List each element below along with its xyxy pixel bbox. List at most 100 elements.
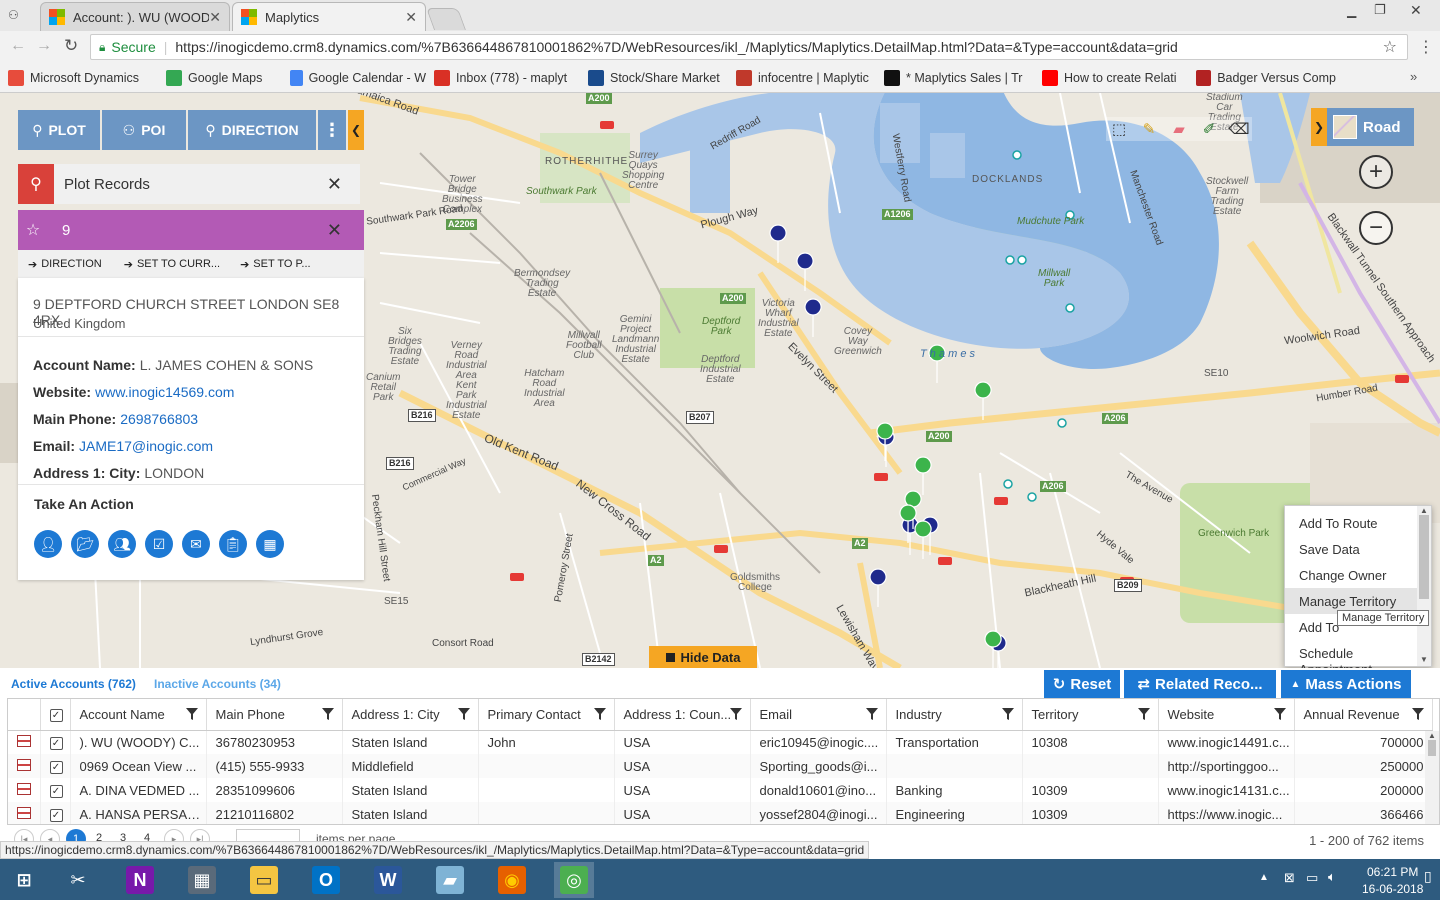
pencil-icon[interactable]: ✎	[1136, 117, 1162, 141]
bookmark-star-icon[interactable]: ☆	[1383, 37, 1397, 57]
table-row[interactable]: ✓). WU (WOODY) C... 36780230953 Staten Isl…	[8, 730, 1433, 754]
column-header[interactable]: Account Name	[70, 699, 207, 731]
outlook-icon[interactable]: O	[306, 862, 346, 898]
folder-icon[interactable]: 📂︎	[71, 530, 99, 558]
menu-item-save-data[interactable]: Save Data	[1285, 536, 1417, 562]
record-field-value[interactable]: 2698766803	[120, 411, 198, 427]
filter-icon[interactable]	[1273, 708, 1286, 720]
menu-item-change-owner[interactable]: Change Owner	[1285, 562, 1417, 588]
notification-icon[interactable]: ▯	[1424, 868, 1432, 885]
bookmark-item[interactable]: Stock/Share Market	[588, 69, 728, 86]
tab-active-accounts[interactable]: Active Accounts (762)	[11, 677, 136, 691]
firefox-icon[interactable]: ◉	[492, 862, 532, 898]
bookmark-item[interactable]: Google Calendar - W	[290, 69, 426, 86]
file-explorer-icon[interactable]: ▭	[244, 862, 284, 898]
calculator-icon[interactable]: ▦	[182, 862, 222, 898]
tab-inactive-accounts[interactable]: Inactive Accounts (34)	[154, 677, 281, 691]
snipping-tool-icon[interactable]: ✂	[58, 862, 98, 898]
tray-up-icon[interactable]: ▲	[1259, 872, 1269, 883]
windows-start-icon[interactable]: ⊞	[4, 862, 44, 898]
browser-profile-icon[interactable]: ⚇	[8, 8, 24, 22]
menu-scrollbar[interactable]: ▲ ▼	[1417, 506, 1431, 666]
bookmark-item[interactable]: How to create Relati	[1042, 69, 1188, 86]
tab-close-icon[interactable]: ✕	[209, 9, 221, 26]
edit-shape-icon[interactable]: ✐	[1196, 117, 1222, 141]
reset-button[interactable]: ↻ Reset	[1044, 670, 1120, 698]
filter-icon[interactable]	[321, 708, 334, 720]
bookmark-item[interactable]: infocentre | Maplytic	[736, 69, 876, 86]
draw-polygon-icon[interactable]: ⬚	[1106, 117, 1132, 141]
email-icon[interactable]: ✉	[182, 530, 210, 558]
record-field-value[interactable]: www.inogic14569.com	[95, 384, 234, 400]
direction-action[interactable]: ➔ DIRECTION	[28, 258, 102, 271]
filter-icon[interactable]	[1001, 708, 1014, 720]
column-header[interactable]: Main Phone	[206, 699, 343, 731]
column-header[interactable]: Industry	[886, 699, 1023, 731]
window-restore-icon[interactable]: ❐	[1374, 2, 1386, 18]
hide-data-button[interactable]: Hide Data	[649, 646, 757, 668]
row-checkbox[interactable]: ✓	[40, 754, 71, 778]
clear-drawing-icon[interactable]: ⌫	[1226, 117, 1252, 141]
taskbar-date[interactable]: 16-06-2018	[1362, 882, 1423, 896]
user-icon[interactable]: 👤︎	[34, 530, 62, 558]
grid-scrollbar[interactable]: ▲	[1425, 731, 1439, 824]
related-records-button[interactable]: ⇄ Related Reco...	[1124, 670, 1276, 698]
notepad-icon[interactable]: ▰	[430, 862, 470, 898]
bookmark-item[interactable]: Inbox (778) - maplyt	[434, 69, 580, 86]
column-header[interactable]: Territory	[1022, 699, 1159, 731]
bookmark-item[interactable]: Microsoft Dynamics	[8, 69, 158, 86]
filter-icon[interactable]	[457, 708, 470, 720]
chrome-icon[interactable]: ◎	[554, 862, 594, 898]
close-icon[interactable]: ✕	[327, 220, 342, 241]
column-header[interactable]: Primary Contact	[478, 699, 615, 731]
bookmark-item[interactable]: Badger Versus Comp	[1196, 69, 1336, 86]
zoom-out-button[interactable]: −	[1359, 211, 1393, 245]
calendar-icon[interactable]: ▦	[256, 530, 284, 558]
table-row[interactable]: ✓ A. HANSA PERSAU... 21210116802 Staten Isl…	[8, 802, 1433, 824]
column-header[interactable]: Email	[750, 699, 887, 731]
poi-button[interactable]: ⚇ POI	[102, 110, 186, 150]
direction-button[interactable]: ⚲ DIRECTION	[188, 110, 316, 150]
close-icon[interactable]: ✕	[327, 174, 342, 195]
record-field-value[interactable]: JAME17@inogic.com	[79, 438, 213, 454]
new-tab-button[interactable]	[425, 8, 467, 30]
column-header[interactable]: Website	[1158, 699, 1295, 731]
back-icon[interactable]: ←	[10, 37, 26, 55]
browser-tab-maplytics[interactable]: Maplytics ✕	[232, 2, 426, 31]
set-to-point-action[interactable]: ➔ SET TO P...	[240, 258, 311, 271]
taskbar-time[interactable]: 06:21 PM	[1367, 865, 1418, 879]
select-all-checkbox[interactable]: ✓	[40, 699, 71, 731]
network-icon[interactable]: ⊠	[1284, 870, 1295, 886]
filter-icon[interactable]	[1411, 708, 1424, 720]
word-icon[interactable]: W	[368, 862, 408, 898]
plot-button[interactable]: ⚲ PLOT	[18, 110, 100, 150]
eraser-icon[interactable]: ▰	[1166, 117, 1192, 141]
set-to-current-action[interactable]: ➔ SET TO CURR...	[124, 258, 220, 271]
more-options-button[interactable]: ⋮	[318, 110, 346, 150]
forward-icon[interactable]: →	[36, 37, 52, 55]
bookmark-item[interactable]: Google Maps	[166, 69, 282, 86]
record-link-icon[interactable]	[8, 802, 41, 824]
window-close-icon[interactable]: ✕	[1410, 2, 1422, 19]
filter-icon[interactable]	[729, 708, 742, 720]
tab-close-icon[interactable]: ✕	[405, 9, 417, 26]
record-link-icon[interactable]	[8, 730, 41, 754]
volume-icon[interactable]: 🔈︎	[1328, 869, 1336, 885]
table-row[interactable]: ✓ 0969 Ocean View ... (415) 555-9933 Middle…	[8, 754, 1433, 778]
column-header[interactable]: Annual Revenue	[1294, 699, 1433, 731]
map-style-toggle[interactable]: ❯ Road	[1311, 108, 1414, 146]
row-checkbox[interactable]: ✓	[40, 778, 71, 802]
bookmark-item[interactable]: * Maplytics Sales | Tr	[884, 69, 1034, 86]
browser-menu-icon[interactable]: ⋮	[1418, 37, 1434, 57]
bookmarks-overflow-icon[interactable]: »	[1410, 69, 1417, 84]
menu-item-add-to-route[interactable]: Add To Route	[1285, 510, 1417, 536]
address-bar[interactable]: 🔒︎ Secure | https://inogicdemo.crm8.dyna…	[90, 34, 1408, 60]
record-link-icon[interactable]	[8, 778, 41, 802]
browser-tab-account[interactable]: Account: ). WU (WOODY) ✕	[40, 2, 230, 31]
filter-icon[interactable]	[1137, 708, 1150, 720]
reload-icon[interactable]: ↻	[64, 36, 78, 56]
mass-actions-button[interactable]: ▲ Mass Actions	[1281, 670, 1411, 698]
onenote-icon[interactable]: N	[120, 862, 160, 898]
row-checkbox[interactable]: ✓	[40, 802, 71, 824]
clipboard-icon[interactable]: 📋︎	[219, 530, 247, 558]
